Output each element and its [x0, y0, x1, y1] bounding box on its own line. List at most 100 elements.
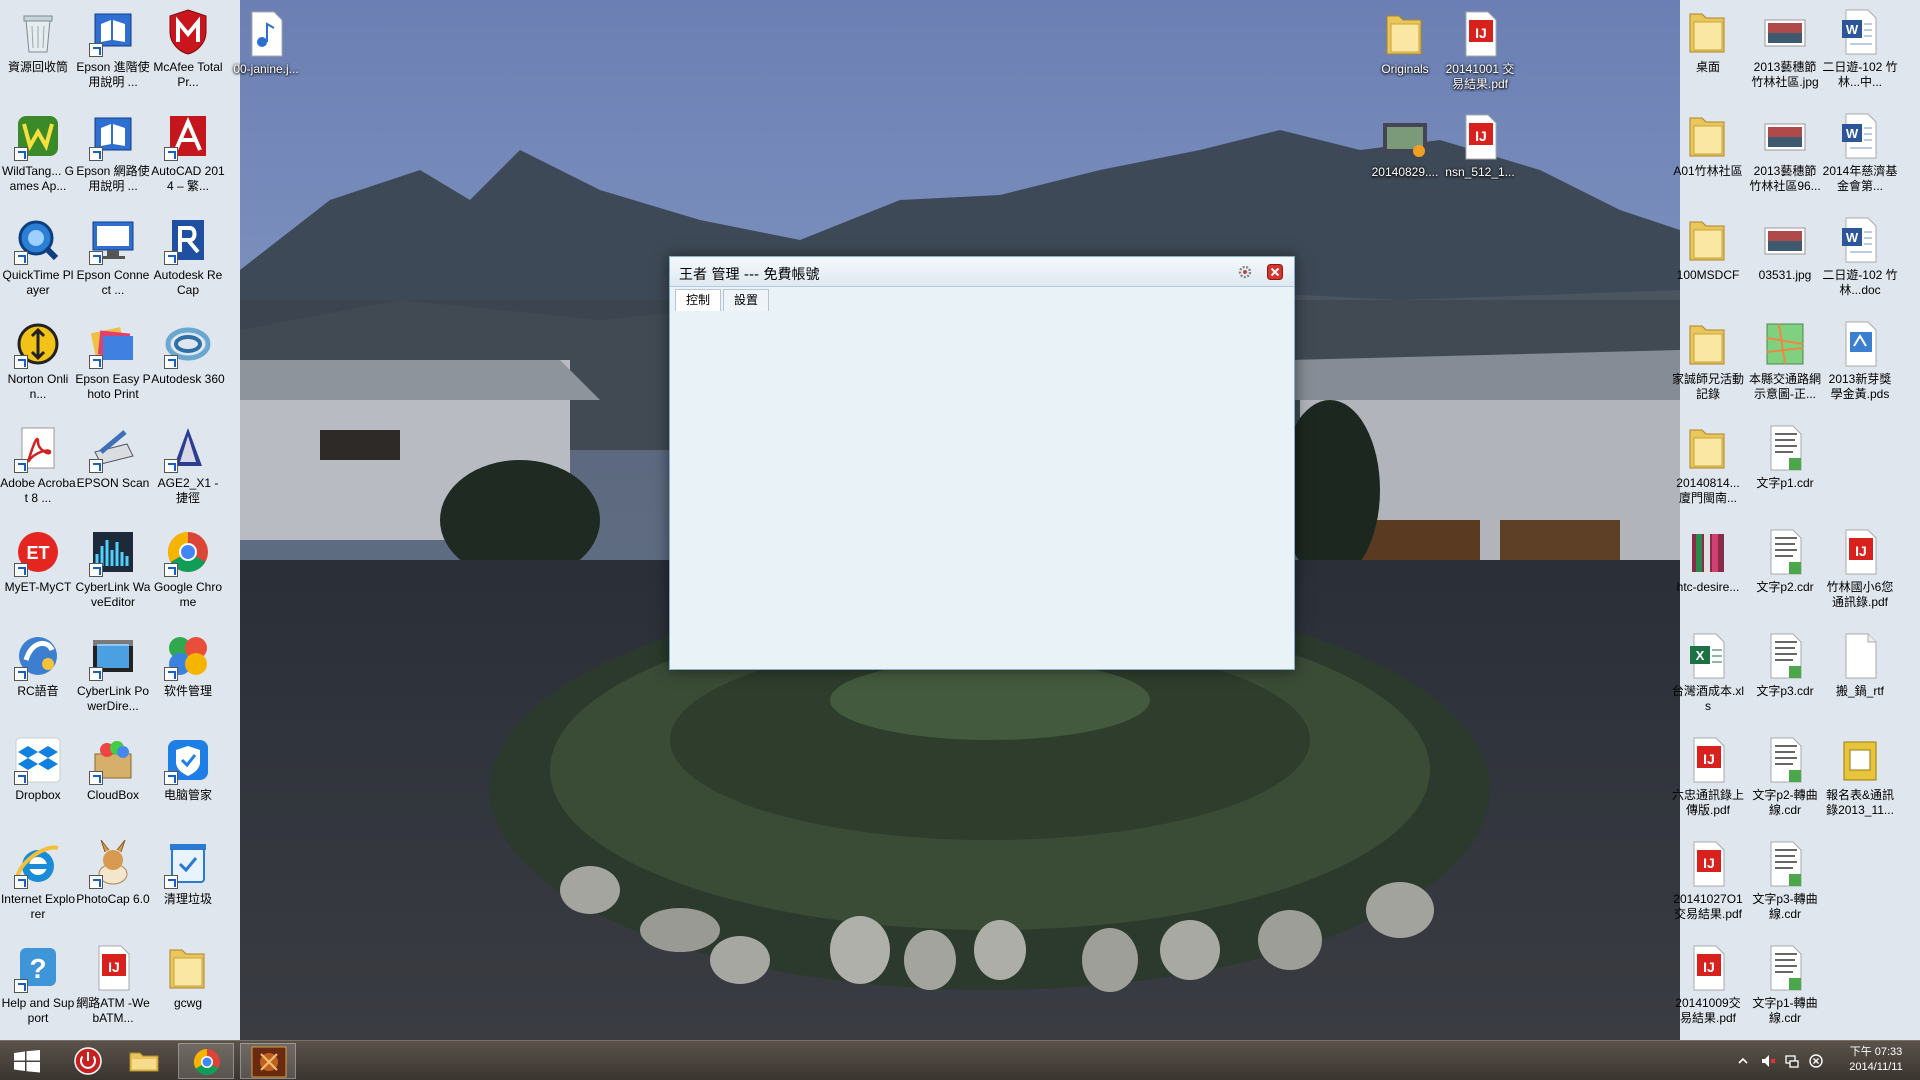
desktop-icon-label: 2013藝穗節 竹林社區96... — [1749, 164, 1821, 193]
desktop-icon[interactable]: CyberLink PowerDire... — [75, 624, 151, 726]
desktop-icon[interactable]: Epson Easy Photo Print — [75, 312, 151, 414]
desktop-icon[interactable]: IJ 20141027O1 交易結果.pdf — [1670, 832, 1746, 934]
desktop-icon[interactable]: QuickTime Player — [0, 208, 76, 310]
desktop-icon[interactable]: A01竹林社區 — [1670, 104, 1746, 206]
desktop-icon-label: Internet Explorer — [0, 892, 76, 921]
desktop-icon-label: 二日遊-102 竹林...中... — [1822, 60, 1898, 89]
desktop-icon[interactable]: IJ nsn_512_1... — [1442, 105, 1518, 207]
desktop-icon[interactable]: 家誠師兄活動記錄 — [1670, 312, 1746, 414]
desktop-icon[interactable]: RC語音 — [0, 624, 76, 726]
desktop-icon[interactable]: 報名表&通訊錄2013_11... — [1822, 728, 1898, 830]
desktop-icon[interactable]: 清理垃圾 — [150, 832, 226, 934]
desktop-icon[interactable]: IJ 20141009交易結果.pdf — [1670, 936, 1746, 1038]
start-button[interactable] — [0, 1043, 56, 1079]
tab-control[interactable]: 控制 — [675, 289, 722, 311]
desktop-icon[interactable]: Internet Explorer — [0, 832, 76, 934]
desktop-icon[interactable]: AutoCAD 2014 – 繁... — [150, 104, 226, 206]
app-window[interactable]: 王者 管理 --- 免費帳號 控制 設置 — [669, 256, 1295, 670]
desktop-icon[interactable]: 2013藝穗節 竹林社區96... — [1747, 104, 1823, 206]
desktop-icon-label: 資源回收筒 — [7, 60, 68, 74]
folder-icon — [1682, 422, 1734, 474]
shutdown-app-button[interactable] — [60, 1043, 116, 1079]
desktop-icon[interactable]: 搬_鍋_rtf — [1822, 624, 1898, 726]
notification-icon[interactable] — [1808, 1053, 1824, 1069]
desktop-icon[interactable]: AGE2_X1 - 捷徑 — [150, 416, 226, 518]
pds-file-icon — [1834, 318, 1886, 370]
desktop-icon[interactable]: CloudBox — [75, 728, 151, 830]
desktop-icon[interactable]: 文字p2.cdr — [1747, 520, 1823, 622]
epson-connect-icon — [87, 214, 139, 266]
desktop-icon[interactable]: Epson 網路使用說明 ... — [75, 104, 151, 206]
game-taskbar-button[interactable] — [240, 1043, 296, 1079]
desktop-icon[interactable]: Adobe Acrobat 8 ... — [0, 416, 76, 518]
powerdirector-icon — [87, 630, 139, 682]
close-icon[interactable] — [1267, 264, 1283, 280]
file-explorer-button[interactable] — [116, 1043, 172, 1079]
desktop-icon[interactable]: Autodesk ReCap — [150, 208, 226, 310]
desktop-icon[interactable]: 电脑管家 — [150, 728, 226, 830]
desktop-icon[interactable]: McAfee Total Pr... — [150, 0, 226, 102]
desktop-icon[interactable]: Originals — [1367, 2, 1443, 104]
tab-settings[interactable]: 設置 — [723, 289, 770, 311]
desktop-icon[interactable]: IJ 20141001 交易結果.pdf — [1442, 2, 1518, 104]
desktop-icon-label: 清理垃圾 — [163, 892, 212, 906]
shortcut-arrow-icon — [164, 147, 178, 161]
desktop-icon[interactable]: 桌面 — [1670, 0, 1746, 102]
desktop-icon[interactable]: 文字p3.cdr — [1747, 624, 1823, 726]
desktop-icon[interactable]: IJ 六忠通訊錄上傳版.pdf — [1670, 728, 1746, 830]
desktop-icon[interactable]: PhotoCap 6.0 — [75, 832, 151, 934]
shortcut-arrow-icon — [89, 43, 103, 57]
desktop-icon[interactable]: htc-desire... — [1670, 520, 1746, 622]
desktop-icon-label: 文字p1.cdr — [1756, 476, 1814, 490]
desktop-icon[interactable]: 00-janine.j... — [228, 2, 304, 104]
show-hidden-icons-icon[interactable] — [1735, 1053, 1751, 1069]
desktop-icon[interactable]: W 二日遊-102 竹林...doc — [1822, 208, 1898, 310]
desktop-icon-label: Adobe Acrobat 8 ... — [0, 476, 76, 505]
desktop-icon[interactable]: 100MSDCF — [1670, 208, 1746, 310]
desktop-icon[interactable]: W 2014年慈濟基金會第... — [1822, 104, 1898, 206]
desktop-icon[interactable]: ? Help and Support — [0, 936, 76, 1038]
desktop-icon[interactable]: 資源回收筒 — [0, 0, 76, 102]
desktop-icon[interactable]: Autodesk 360 — [150, 312, 226, 414]
window-title: 王者 管理 --- 免費帳號 — [679, 267, 820, 283]
system-clock[interactable]: 下午 07:33 2014/11/11 — [1836, 1045, 1916, 1075]
desktop-icon[interactable]: 软件管理 — [150, 624, 226, 726]
shortcut-arrow-icon — [89, 251, 103, 265]
desktop-icon[interactable]: 文字p1.cdr — [1747, 416, 1823, 518]
desktop-icon[interactable]: CyberLink WaveEditor — [75, 520, 151, 622]
chrome-taskbar-button[interactable] — [178, 1043, 234, 1079]
desktop-icon[interactable]: Epson 進階使用說明 ... — [75, 0, 151, 102]
desktop-icon[interactable]: 文字p3-轉曲線.cdr — [1747, 832, 1823, 934]
desktop-icon[interactable]: Google Chrome — [150, 520, 226, 622]
desktop-icon[interactable]: 本縣交通路網示意圖-正... — [1747, 312, 1823, 414]
desktop-icon[interactable]: gcwg — [150, 936, 226, 1038]
desktop-icon[interactable]: Dropbox — [0, 728, 76, 830]
desktop-icon[interactable]: X 台灣酒成本.xls — [1670, 624, 1746, 726]
desktop-icon[interactable]: ET MyET-MyCT — [0, 520, 76, 622]
desktop-icon[interactable]: 03531.jpg — [1747, 208, 1823, 310]
desktop-icon-label: Epson Easy Photo Print — [75, 372, 151, 401]
desktop-icon[interactable]: 2013藝穗節 竹林社區.jpg — [1747, 0, 1823, 102]
window-titlebar[interactable]: 王者 管理 --- 免費帳號 — [670, 257, 1294, 287]
desktop-icon[interactable]: 2013新芽獎 學金黃.pds — [1822, 312, 1898, 414]
excel-file-icon: X — [1682, 630, 1734, 682]
desktop-icon[interactable]: 20140814... 廈門閩南... — [1670, 416, 1746, 518]
network-icon[interactable] — [1784, 1053, 1800, 1069]
desktop-icon[interactable]: W 二日遊-102 竹林...中... — [1822, 0, 1898, 102]
desktop-icon-label: 电脑管家 — [163, 788, 212, 802]
settings-gear-icon[interactable] — [1237, 264, 1253, 280]
cdr-file-icon — [1759, 838, 1811, 890]
desktop-icon[interactable]: IJ 網路ATM -WebATM... — [75, 936, 151, 1038]
desktop-icon[interactable]: Norton Onlin... — [0, 312, 76, 414]
desktop-icon[interactable]: 文字p1-轉曲線.cdr — [1747, 936, 1823, 1038]
desktop-icon-label: RC語音 — [17, 684, 59, 698]
desktop-icon[interactable]: 20140829.... — [1367, 105, 1443, 207]
desktop-icon-label: Dropbox — [15, 788, 61, 802]
desktop-icon[interactable]: IJ 竹林國小6您通訊錄.pdf — [1822, 520, 1898, 622]
desktop-icon[interactable]: WildTang... Games Ap... — [0, 104, 76, 206]
desktop-icon-label: EPSON Scan — [76, 476, 150, 490]
desktop-icon[interactable]: Epson Connect ... — [75, 208, 151, 310]
desktop-icon[interactable]: EPSON Scan — [75, 416, 151, 518]
volume-muted-icon[interactable] — [1760, 1053, 1776, 1069]
desktop-icon[interactable]: 文字p2-轉曲線.cdr — [1747, 728, 1823, 830]
